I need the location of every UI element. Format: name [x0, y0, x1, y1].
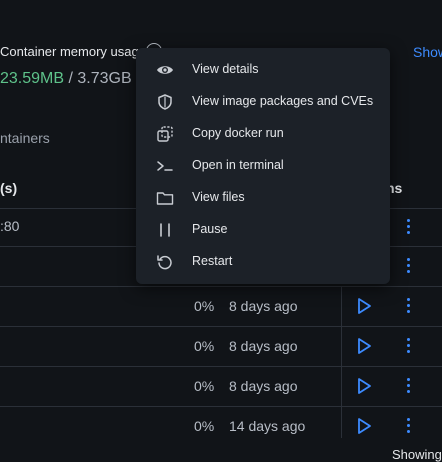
start-icon[interactable]: [355, 377, 373, 395]
copy-icon: [157, 126, 173, 142]
menu-item-label: View image packages and CVEs: [192, 94, 374, 108]
more-actions-icon[interactable]: [405, 418, 411, 434]
memory-used: 23.59MB: [0, 70, 65, 87]
column-header-ports[interactable]: (s): [0, 180, 17, 196]
divider: [0, 286, 442, 287]
eye-icon: [157, 66, 173, 74]
memory-total: 3.73GB: [77, 70, 132, 87]
divider: [0, 406, 442, 407]
cpu-cell: 0%: [194, 298, 215, 314]
more-actions-icon[interactable]: [405, 378, 411, 394]
show-charts-link[interactable]: Show: [413, 44, 442, 60]
more-actions-icon[interactable]: [405, 338, 411, 354]
last-started-cell: 14 days ago: [229, 418, 306, 434]
restart-icon: [157, 255, 172, 270]
menu-item-open-in-terminal[interactable]: Open in terminal: [136, 150, 390, 182]
pagination-label: Showing: [392, 447, 442, 462]
menu-item-view-image-packages[interactable]: View image packages and CVEs: [136, 86, 390, 118]
pause-icon: [160, 223, 170, 237]
memory-usage-value: 23.59MB / 3.73GB: [0, 70, 132, 88]
last-started-cell: 8 days ago: [229, 378, 298, 394]
start-icon[interactable]: [355, 297, 373, 315]
menu-item-restart[interactable]: Restart: [136, 246, 390, 278]
more-actions-icon[interactable]: [405, 298, 411, 314]
menu-item-pause[interactable]: Pause: [136, 214, 390, 246]
memory-usage-label: Container memory usage: [0, 44, 146, 59]
menu-item-label: View details: [192, 62, 259, 76]
divider: [0, 326, 442, 327]
last-started-cell: 8 days ago: [229, 338, 298, 354]
menu-item-view-files[interactable]: View files: [136, 182, 390, 214]
menu-item-label: View files: [192, 190, 245, 204]
last-started-cell: 8 days ago: [229, 298, 298, 314]
menu-item-label: Restart: [192, 254, 233, 268]
menu-item-copy-docker-run[interactable]: Copy docker run: [136, 118, 390, 150]
start-icon[interactable]: [355, 417, 373, 435]
cpu-cell: 0%: [194, 378, 215, 394]
cpu-cell: 0%: [194, 338, 215, 354]
actions-column-divider: [341, 286, 342, 438]
start-icon[interactable]: [355, 337, 373, 355]
port-cell[interactable]: :80: [0, 218, 19, 234]
more-actions-icon[interactable]: [405, 219, 411, 235]
context-menu: View details View image packages and CVE…: [136, 48, 390, 284]
menu-item-label: Pause: [192, 222, 228, 236]
folder-icon: [156, 192, 174, 205]
memory-separator: /: [68, 70, 73, 87]
more-actions-icon[interactable]: [405, 258, 411, 274]
menu-item-view-details[interactable]: View details: [136, 54, 390, 86]
menu-item-label: Open in terminal: [192, 158, 284, 172]
divider: [0, 366, 442, 367]
shield-icon: [158, 94, 172, 110]
tab-containers[interactable]: ntainers: [0, 130, 50, 146]
cpu-cell: 0%: [194, 418, 215, 434]
menu-item-label: Copy docker run: [192, 126, 284, 140]
terminal-icon: [157, 161, 173, 171]
